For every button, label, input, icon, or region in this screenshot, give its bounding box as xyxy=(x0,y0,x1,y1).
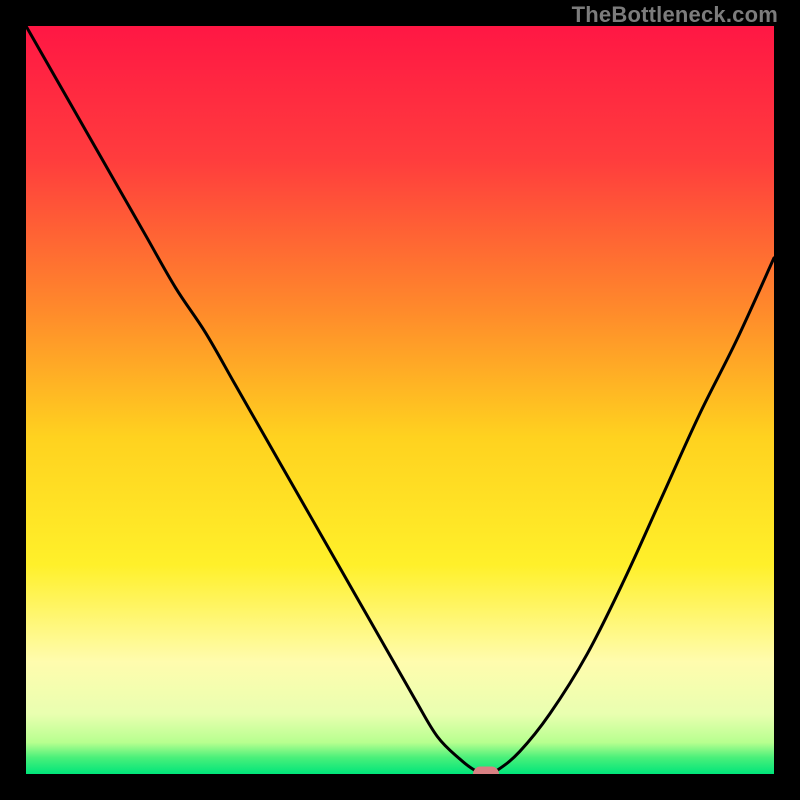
plot-area xyxy=(26,26,774,774)
optimal-point-marker xyxy=(473,767,499,775)
chart-canvas xyxy=(26,26,774,774)
watermark-text: TheBottleneck.com xyxy=(572,2,778,28)
gradient-background xyxy=(26,26,774,774)
chart-frame: TheBottleneck.com xyxy=(0,0,800,800)
